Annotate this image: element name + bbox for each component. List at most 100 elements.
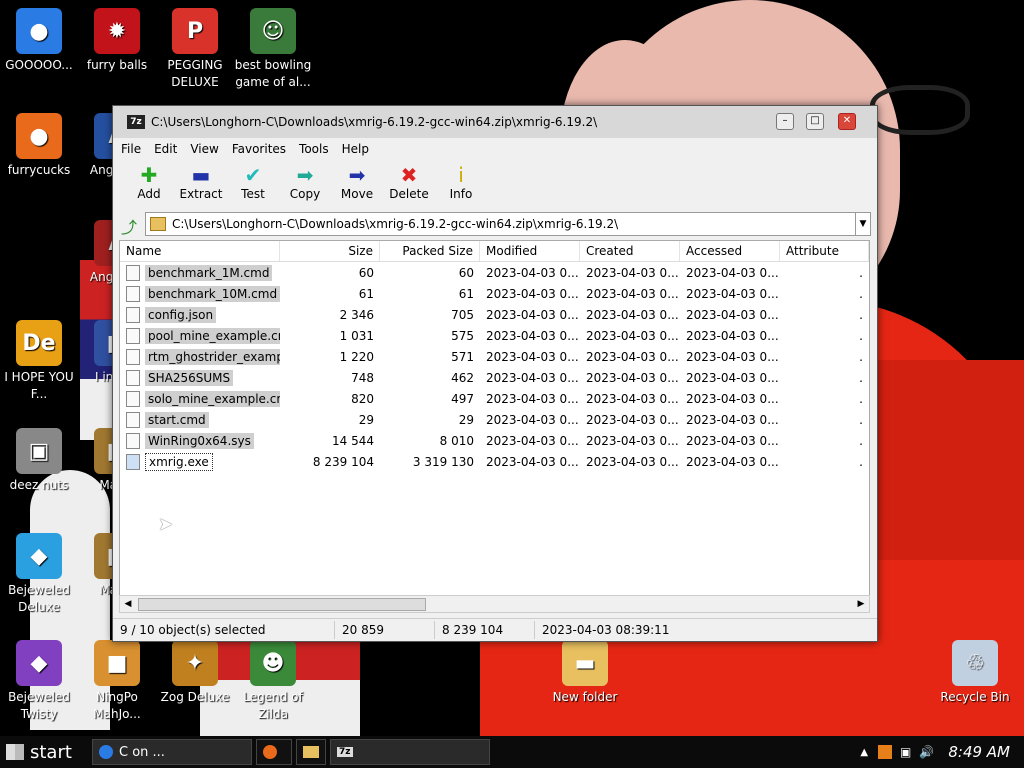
desktop-icon-label: Bejeweled Twisty: [8, 690, 70, 721]
desktop-icon[interactable]: ◆ Bejeweled Twisty: [0, 640, 78, 723]
desktop-icon-image: ✹: [94, 8, 140, 54]
menu-file[interactable]: File: [121, 142, 141, 156]
menu-view[interactable]: View: [190, 142, 218, 156]
desktop-icon-label: GOOOOO...: [5, 58, 73, 72]
info-button[interactable]: i Info: [435, 159, 487, 201]
column-header-modified[interactable]: Modified: [480, 241, 580, 261]
window-title: C:\Users\Longhorn-C\Downloads\xmrig-6.19…: [151, 115, 598, 129]
table-row[interactable]: SHA256SUMS 748 462 2023-04-03 0... 2023-04-0…: [120, 367, 869, 388]
table-row[interactable]: rtm_ghostrider_examp... 1 220 571 2023-04-0…: [120, 346, 869, 367]
desktop-icon[interactable]: ● GOOOOO...: [0, 8, 78, 74]
menu-favorites[interactable]: Favorites: [232, 142, 286, 156]
up-folder-icon[interactable]: ⤴: [119, 214, 139, 237]
column-header-name[interactable]: Name: [120, 241, 280, 261]
file-icon: [126, 432, 140, 449]
desktop-icon[interactable]: ✹ furry balls: [78, 8, 156, 74]
extract-button[interactable]: ▬ Extract: [175, 159, 227, 201]
delete-button[interactable]: ✖ Delete: [383, 159, 435, 201]
table-row[interactable]: solo_mine_example.cmd 820 497 2023-04-03 0.…: [120, 388, 869, 409]
status-selection: 9 / 10 object(s) selected: [113, 621, 335, 639]
desktop-icon[interactable]: ▬ New folder: [546, 640, 624, 706]
table-row[interactable]: pool_mine_example.cmd 1 031 575 2023-04-03 …: [120, 325, 869, 346]
menu-edit[interactable]: Edit: [154, 142, 177, 156]
desktop-icon-image: ●: [16, 113, 62, 159]
menu-tools[interactable]: Tools: [299, 142, 329, 156]
file-attr-cell: .: [859, 328, 863, 343]
desktop-icon[interactable]: De I HOPE YOU F...: [0, 320, 78, 403]
file-modified-cell: 2023-04-03 0...: [486, 370, 579, 385]
desktop-icon[interactable]: ■ NingPo MahJo...: [78, 640, 156, 723]
desktop-icon[interactable]: ◆ Bejeweled Deluxe: [0, 533, 78, 616]
horizontal-scrollbar[interactable]: ◀ ▶: [119, 595, 870, 613]
desktop-icon[interactable]: ☻ Legend of Zilda: [234, 640, 312, 723]
scroll-right-icon[interactable]: ▶: [853, 596, 869, 612]
taskbar-item-firefox[interactable]: [256, 739, 292, 765]
address-text: C:\Users\Longhorn-C\Downloads\xmrig-6.19…: [172, 217, 619, 231]
desktop-icon[interactable]: P PEGGING DELUXE: [156, 8, 234, 91]
close-button[interactable]: ✕: [838, 113, 856, 130]
windows-logo-icon: [6, 744, 24, 760]
taskbar: start C on ... 7z ▲ ▣ 🔊 8:49 AM: [0, 736, 1024, 768]
desktop-icon-image: ◆: [16, 533, 62, 579]
file-attr-cell: .: [859, 391, 863, 406]
taskbar-item-explorer[interactable]: [296, 739, 326, 765]
taskbar-item-chrome[interactable]: C on ...: [92, 739, 252, 765]
desktop-icon-label: PEGGING DELUXE: [167, 58, 223, 89]
desktop-icon-label: NingPo MahJo...: [93, 690, 141, 721]
table-row[interactable]: xmrig.exe 8 239 104 3 319 130 2023-04-03 0.…: [120, 451, 869, 472]
desktop-icon[interactable]: ♲ Recycle Bin: [936, 640, 1014, 706]
column-header-packed-size[interactable]: Packed Size: [380, 241, 480, 261]
column-header-attribute[interactable]: Attribute: [780, 241, 869, 261]
start-label: start: [30, 741, 72, 763]
maximize-button[interactable]: □: [806, 113, 824, 130]
file-name-cell: config.json: [120, 306, 280, 323]
scrollbar-thumb[interactable]: [138, 598, 426, 611]
column-header-created[interactable]: Created: [580, 241, 680, 261]
add-button[interactable]: ✚ Add: [123, 159, 175, 201]
address-dropdown-icon[interactable]: ▼: [855, 213, 870, 235]
copy-icon: ➡: [296, 163, 314, 187]
file-name-cell: solo_mine_example.cmd: [120, 390, 280, 407]
column-header-accessed[interactable]: Accessed: [680, 241, 780, 261]
file-packed-cell: 8 010: [439, 433, 474, 448]
tray-app-icon[interactable]: [878, 745, 893, 759]
desktop-icon-label: deez nuts: [9, 478, 69, 492]
column-header-size[interactable]: Size: [280, 241, 380, 261]
network-icon[interactable]: ▣: [900, 745, 911, 759]
scroll-left-icon[interactable]: ◀: [120, 596, 136, 612]
file-icon: [126, 327, 140, 344]
table-row[interactable]: WinRing0x64.sys 14 544 8 010 2023-04-03 0..…: [120, 430, 869, 451]
table-row[interactable]: benchmark_1M.cmd 60 60 2023-04-03 0... 2023-…: [120, 262, 869, 283]
clock[interactable]: 8:49 AM: [948, 743, 1010, 761]
start-button[interactable]: start: [0, 736, 88, 768]
desktop-icon-label: Zog Deluxe: [160, 690, 230, 704]
file-attr-cell: .: [859, 349, 863, 364]
add-icon: ✚: [140, 163, 158, 187]
address-field[interactable]: C:\Users\Longhorn-C\Downloads\xmrig-6.19…: [145, 212, 871, 236]
toolbar: ✚ Add ▬ Extract ✔ Test ➡ Copy ➡ Move ✖ Delete i Info: [113, 159, 877, 211]
move-button[interactable]: ➡ Move: [331, 159, 383, 201]
file-packed-cell: 61: [458, 286, 474, 301]
test-button[interactable]: ✔ Test: [227, 159, 279, 201]
toolbar-label: Delete: [389, 187, 429, 201]
show-hidden-icons-icon[interactable]: ▲: [860, 747, 868, 758]
minimize-button[interactable]: –: [776, 113, 794, 130]
desktop-icon[interactable]: ▣ deez nuts: [0, 428, 78, 494]
status-date: 2023-04-03 08:39:11: [542, 623, 670, 637]
volume-icon[interactable]: 🔊: [919, 745, 934, 759]
file-packed-cell: 575: [451, 328, 474, 343]
table-row[interactable]: benchmark_10M.cmd 61 61 2023-04-03 0... 2023…: [120, 283, 869, 304]
file-modified-cell: 2023-04-03 0...: [486, 307, 579, 322]
desktop-icon[interactable]: ✦ Zog Deluxe: [156, 640, 234, 706]
menu-help[interactable]: Help: [342, 142, 369, 156]
desktop-icon[interactable]: ☺ best bowling game of al...: [234, 8, 312, 91]
table-row[interactable]: start.cmd 29 29 2023-04-03 0... 2023-04-03 0…: [120, 409, 869, 430]
status-bar: 9 / 10 object(s) selected 20 859 8 239 1…: [113, 618, 877, 641]
title-bar[interactable]: 7z C:\Users\Longhorn-C\Downloads\xmrig-6…: [113, 106, 877, 138]
table-row[interactable]: config.json 2 346 705 2023-04-03 0... 2023-0…: [120, 304, 869, 325]
exe-file-icon: [126, 453, 140, 470]
taskbar-item-7zip[interactable]: 7z: [330, 739, 490, 765]
7zip-icon: 7z: [337, 747, 353, 757]
desktop-icon[interactable]: ● furrycucks: [0, 113, 78, 179]
copy-button[interactable]: ➡ Copy: [279, 159, 331, 201]
